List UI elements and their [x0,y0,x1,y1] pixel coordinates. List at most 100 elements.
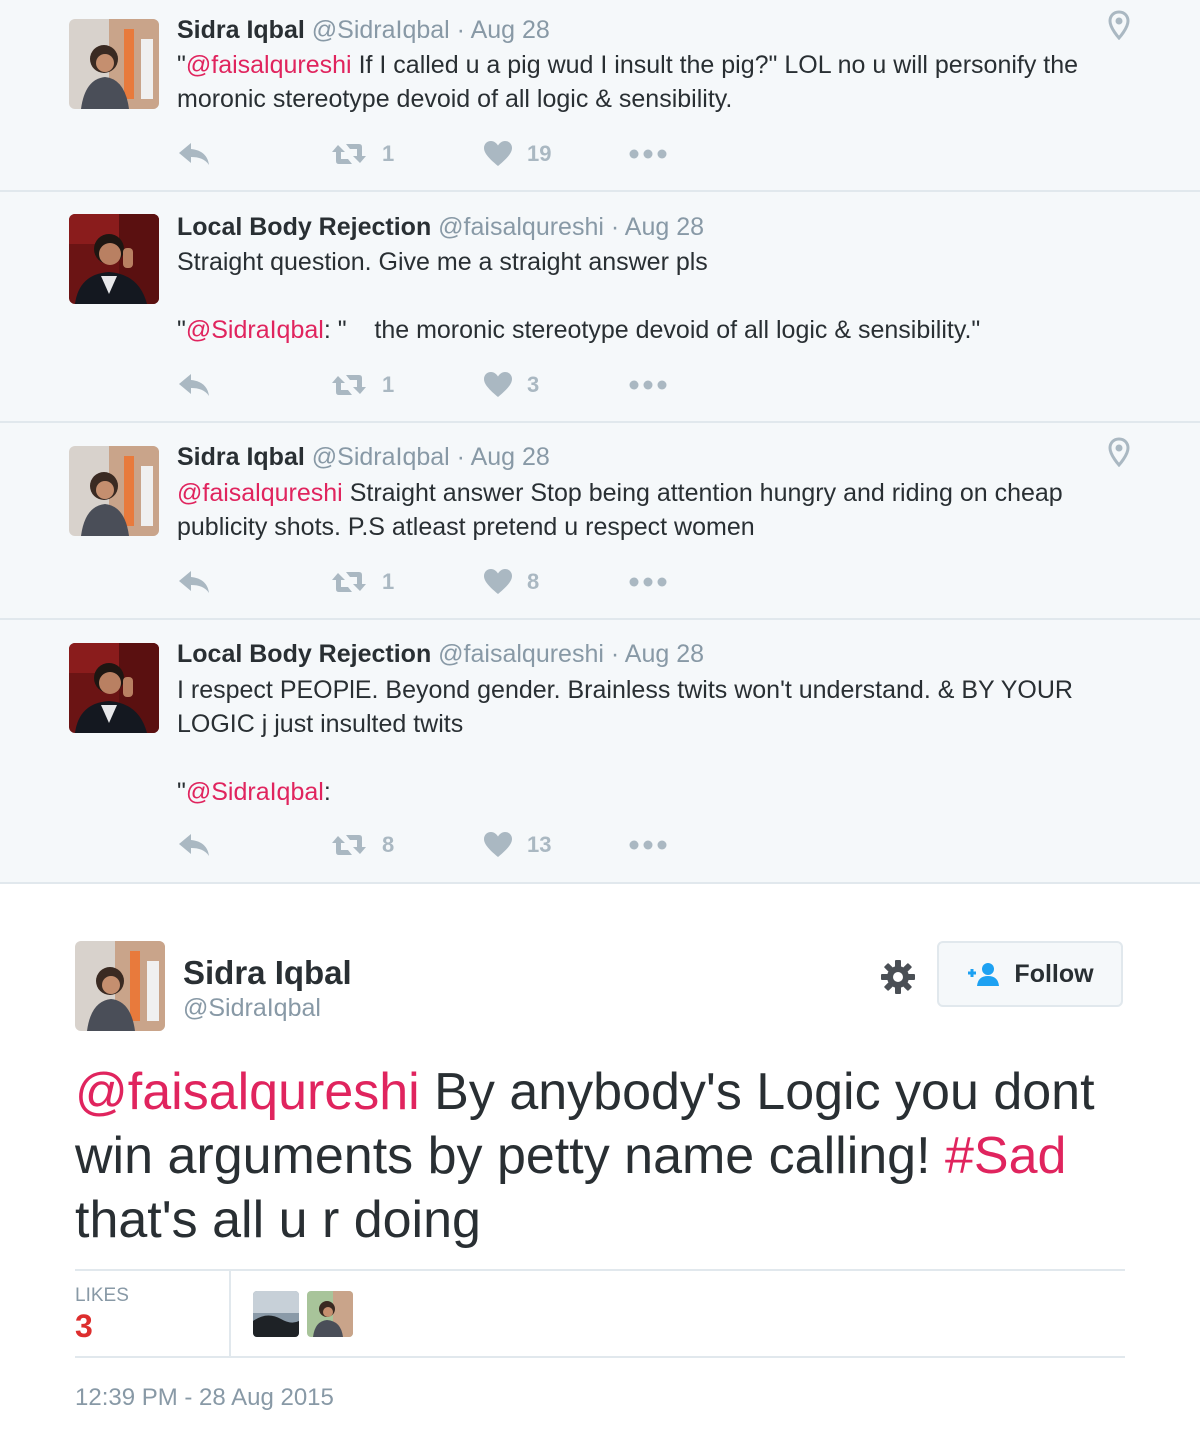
likes-label[interactable]: LIKES [75,1285,129,1307]
tweet-text: I respect PEOPlE. Beyond gender. Brainle… [177,676,1073,738]
author-handle[interactable]: @faisalqureshi [438,640,604,668]
mention-link[interactable]: @faisalqureshi [177,479,343,507]
heart-icon [484,141,512,166]
more-dots-icon [629,577,667,587]
likes-count[interactable]: 3 [75,1308,93,1345]
divider [75,1356,1125,1358]
tweet-date[interactable]: Aug 28 [625,640,704,668]
reply-icon [179,834,209,856]
avatar[interactable] [69,643,159,733]
like-count: 19 [527,141,552,166]
hashtag-link[interactable]: #Sad [945,1127,1066,1185]
more-dots-icon [629,149,667,159]
author-handle[interactable]: @SidraIqbal [312,16,450,44]
separator: · [456,443,465,471]
separator: · [610,640,620,668]
mention-link[interactable]: @faisalqureshi [186,51,352,79]
more-dots-icon [629,840,667,850]
thread-tweet[interactable]: Sidra Iqbal @SidraIqbal · Aug 28 "@faisa… [0,0,1200,192]
retweet-count: 1 [382,372,395,397]
like-count: 13 [527,832,552,857]
quote-mark: " [177,778,186,806]
author-handle[interactable]: @SidraIqbal [312,443,450,471]
retweet-button[interactable]: 1 [330,565,394,599]
heart-icon [484,832,512,857]
heart-icon [484,569,512,594]
tweet-date[interactable]: Aug 28 [625,213,704,241]
tweet-timestamp[interactable]: 12:39 PM - 28 Aug 2015 [75,1384,334,1412]
liker-avatar[interactable] [253,1291,299,1337]
like-button[interactable]: 8 [483,565,539,599]
reply-icon [179,143,209,165]
location-pin-icon[interactable] [1108,437,1130,467]
add-user-icon [968,963,1000,986]
author-name[interactable]: Sidra Iqbal [183,954,352,992]
liker-avatar[interactable] [307,1291,353,1337]
like-button[interactable]: 3 [483,368,539,402]
quote-mark: " [177,316,186,344]
author-name[interactable]: Local Body Rejection [177,213,431,241]
retweet-button[interactable]: 8 [330,828,394,862]
quote-body: : [323,778,331,806]
author-name[interactable]: Sidra Iqbal [177,443,305,471]
tweet-actions: 1 3 [177,368,697,402]
reply-icon [179,571,209,593]
tweet-header: Local Body Rejection @faisalqureshi · Au… [177,640,704,669]
reply-button[interactable] [177,828,211,862]
thread-tweet[interactable]: Local Body Rejection @faisalqureshi · Au… [0,620,1200,884]
reply-button[interactable] [177,137,211,171]
avatar[interactable] [69,19,159,109]
tweet-text: @faisalqureshi By anybody's Logic you do… [75,1060,1135,1252]
divider [229,1271,231,1356]
tweet-text: Straight question. Give me a straight an… [177,248,708,276]
follow-button[interactable]: Follow [937,941,1123,1007]
tweet-actions: 1 8 [177,565,697,599]
quoted-text: "@SidraIqbal: [177,775,1137,809]
retweet-icon [332,144,366,164]
conversation-thread: Sidra Iqbal @SidraIqbal · Aug 28 "@faisa… [0,0,1200,884]
reply-icon [179,374,209,396]
divider [75,1269,1125,1271]
tweet-text: @faisalqureshi Straight answer Stop bein… [177,476,1137,544]
more-button[interactable] [629,565,667,599]
like-button[interactable]: 19 [483,137,551,171]
follow-label: Follow [1014,959,1094,988]
tweet-header: Sidra Iqbal @SidraIqbal · Aug 28 [177,443,550,472]
author-name[interactable]: Sidra Iqbal [177,16,305,44]
thread-tweet[interactable]: Sidra Iqbal @SidraIqbal · Aug 28 @faisal… [0,423,1200,620]
retweet-button[interactable]: 1 [330,137,394,171]
reply-button[interactable] [177,368,211,402]
more-button[interactable] [629,368,667,402]
avatar[interactable] [69,214,159,304]
retweet-button[interactable]: 1 [330,368,394,402]
tweet-header: Local Body Rejection @faisalqureshi · Au… [177,213,704,242]
tweet-actions: 8 13 [177,828,697,862]
separator: · [610,213,620,241]
location-pin-icon[interactable] [1108,10,1130,40]
mention-link[interactable]: @faisalqureshi [75,1063,420,1121]
more-button[interactable] [629,828,667,862]
author-handle[interactable]: @faisalqureshi [438,213,604,241]
avatar[interactable] [75,941,165,1031]
mention-link[interactable]: @SidraIqbal [186,316,324,344]
author-name[interactable]: Local Body Rejection [177,640,431,668]
more-dots-icon [629,380,667,390]
avatar[interactable] [69,446,159,536]
tweet-date[interactable]: Aug 28 [471,443,550,471]
tweet-date[interactable]: Aug 28 [471,16,550,44]
like-count: 8 [527,569,540,594]
retweet-count: 1 [382,569,395,594]
gear-icon[interactable] [879,958,917,996]
author-handle[interactable]: @SidraIqbal [183,994,321,1023]
tweet-header: Sidra Iqbal @SidraIqbal · Aug 28 [177,16,550,45]
mention-link[interactable]: @SidraIqbal [186,778,324,806]
like-button[interactable]: 13 [483,828,551,862]
more-button[interactable] [629,137,667,171]
tweet-text: "@faisalqureshi If I called u a pig wud … [177,48,1137,116]
retweet-icon [332,835,366,855]
heart-icon [484,372,512,397]
retweet-count: 8 [382,832,395,857]
reply-button[interactable] [177,565,211,599]
separator: · [456,16,465,44]
thread-tweet[interactable]: Local Body Rejection @faisalqureshi · Au… [0,192,1200,423]
